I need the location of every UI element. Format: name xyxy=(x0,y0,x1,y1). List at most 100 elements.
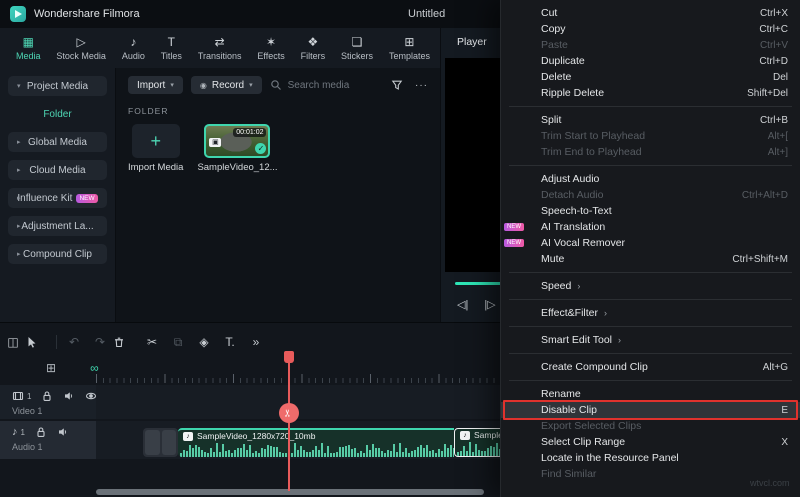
sidebar-item-project-media[interactable]: ▾ Project Media xyxy=(8,76,107,96)
menu-item-speed[interactable]: Speed › xyxy=(501,278,800,294)
split-scissors-icon[interactable]: ✂ xyxy=(139,335,165,349)
filmora-window: Wondershare Filmora Untitled ▦ Media ▷ S… xyxy=(0,0,800,497)
record-button[interactable]: ◉ Record ▾ xyxy=(190,76,262,94)
keyframe-icon[interactable]: ◈ xyxy=(191,335,217,349)
media-sidebar: ▾ Project Media Folder ▸ Global Media ▸ … xyxy=(0,68,115,383)
menu-item[interactable] xyxy=(501,294,800,305)
tab-titles[interactable]: T Titles xyxy=(161,35,182,61)
sidebar-item-compound-clip[interactable]: ▸ Compound Clip xyxy=(8,244,107,264)
menu-item-locate-in-the-resource-panel[interactable]: Locate in the Resource Panel xyxy=(501,450,800,466)
more-options-icon[interactable]: ··· xyxy=(415,80,428,91)
sidebar-item-adjustment-layer[interactable]: ▸ Adjustment La... xyxy=(8,216,107,236)
tab-effects[interactable]: ✶ Effects xyxy=(257,34,284,61)
menu-item-split[interactable]: Split Ctrl+B xyxy=(501,112,800,128)
menu-item[interactable] xyxy=(501,348,800,359)
tab-player[interactable]: Player xyxy=(457,36,487,48)
timeline-scrollbar[interactable] xyxy=(96,489,484,495)
timeline-clip[interactable]: ♪ SampleVideo_1280x720_10mb xyxy=(178,428,454,457)
new-badge: NEW xyxy=(76,193,98,203)
sidebar-item-cloud-media[interactable]: ▸ Cloud Media xyxy=(8,160,107,180)
tab-filters[interactable]: ❖ Filters xyxy=(301,35,326,61)
more-tools-icon[interactable]: » xyxy=(243,335,269,349)
mute-track-icon[interactable] xyxy=(57,426,69,438)
menu-item-export-selected-clips[interactable]: Export Selected Clips xyxy=(501,418,800,434)
menu-item-adjust-audio[interactable]: Adjust Audio xyxy=(501,171,800,187)
search-input[interactable]: Search media xyxy=(270,79,383,91)
expander-arrow-icon: ▸ xyxy=(17,139,21,146)
music-note-icon: ♪ xyxy=(183,431,193,441)
menu-item-speech-to-text[interactable]: Speech-to-Text xyxy=(501,203,800,219)
select-tool-icon[interactable] xyxy=(26,336,52,348)
sidebar-item-global-media[interactable]: ▸ Global Media xyxy=(8,132,107,152)
tab-templates[interactable]: ⊞ Templates xyxy=(389,35,430,61)
playhead-scissors-button[interactable]: ✂ xyxy=(279,403,299,423)
import-media-tile[interactable]: + Import Media xyxy=(128,124,183,173)
undo-icon[interactable]: ↶ xyxy=(61,335,87,349)
media-toolbar: Import ▾ ◉ Record ▾ Search media ··· xyxy=(116,68,440,100)
tab-icon: ▷ xyxy=(76,34,86,49)
shortcut-label: Alt+[ xyxy=(767,130,788,142)
lock-icon[interactable] xyxy=(41,390,53,402)
menu-item[interactable] xyxy=(501,101,800,112)
menu-item-mute[interactable]: Mute Ctrl+Shift+M xyxy=(501,251,800,267)
menu-item-paste[interactable]: Paste Ctrl+V xyxy=(501,37,800,53)
tab-transitions[interactable]: ⇄ Transitions xyxy=(198,34,242,61)
menu-item[interactable] xyxy=(501,267,800,278)
tab-stickers[interactable]: ❏ Stickers xyxy=(341,35,373,61)
menu-item-effect-filter[interactable]: Effect&Filter › xyxy=(501,305,800,321)
media-clip-tile[interactable]: 00:01:02 ▣ ✓ SampleVideo_12... xyxy=(197,124,278,173)
menu-item-smart-edit-tool[interactable]: Smart Edit Tool › xyxy=(501,332,800,348)
menu-item[interactable] xyxy=(501,321,800,332)
redo-icon[interactable]: ↷ xyxy=(87,335,113,349)
section-label: FOLDER xyxy=(128,106,169,116)
menu-item[interactable] xyxy=(501,160,800,171)
menu-item-rename[interactable]: Rename xyxy=(501,386,800,402)
clip-context-menu: Cut Ctrl+X Copy Ctrl+C Paste Ctrl+V Dupl… xyxy=(500,0,800,497)
tab-icon: ✶ xyxy=(266,34,277,49)
hide-track-icon[interactable] xyxy=(85,390,97,402)
sidebar-item-folder[interactable]: Folder xyxy=(8,104,107,124)
menu-item-ai-translation[interactable]: NEW AI Translation xyxy=(501,219,800,235)
menu-item-duplicate[interactable]: Duplicate Ctrl+D xyxy=(501,53,800,69)
menu-item-create-compound-clip[interactable]: Create Compound Clip Alt+G xyxy=(501,359,800,375)
playhead-handle[interactable] xyxy=(284,351,294,363)
play-button[interactable]: |▷ xyxy=(484,298,495,311)
menu-item-ai-vocal-remover[interactable]: NEW AI Vocal Remover xyxy=(501,235,800,251)
record-icon: ◉ xyxy=(199,80,207,90)
tab-icon: ♪ xyxy=(130,34,137,49)
layout-grid-icon[interactable]: ◫ xyxy=(0,335,26,349)
menu-item-copy[interactable]: Copy Ctrl+C xyxy=(501,21,800,37)
sidebar-item-influence-kit[interactable]: ▸ Influence Kit NEW xyxy=(8,188,107,208)
track-label: Audio 1 xyxy=(12,442,43,452)
crop-icon[interactable]: ⧉ xyxy=(165,335,191,350)
menu-item-delete[interactable]: Delete Del xyxy=(501,69,800,85)
menu-item-trim-start-to-playhead[interactable]: Trim Start to Playhead Alt+[ xyxy=(501,128,800,144)
text-tool-icon[interactable]: T. xyxy=(217,335,243,349)
tab-icon: ⇄ xyxy=(214,34,225,49)
previous-frame-button[interactable]: ◁| xyxy=(457,298,468,311)
import-button[interactable]: Import ▾ xyxy=(128,76,183,94)
shortcut-label: Ctrl+B xyxy=(759,114,788,126)
submenu-arrow-icon: › xyxy=(577,281,581,291)
check-icon: ✓ xyxy=(255,143,267,154)
menu-item-select-clip-range[interactable]: Select Clip Range X xyxy=(501,434,800,450)
delete-icon[interactable] xyxy=(113,336,139,348)
shortcut-label: Shift+Del xyxy=(747,87,788,99)
add-to-timeline-icon[interactable]: ⊞ xyxy=(46,361,56,375)
trimmed-clip-ghost xyxy=(143,428,178,457)
shortcut-label: Ctrl+V xyxy=(759,39,788,51)
shortcut-label: Ctrl+C xyxy=(759,23,788,35)
tab-audio[interactable]: ♪ Audio xyxy=(122,34,145,61)
menu-item-trim-end-to-playhead[interactable]: Trim End to Playhead Alt+] xyxy=(501,144,800,160)
mute-track-icon[interactable] xyxy=(63,390,75,402)
menu-item-disable-clip[interactable]: Disable Clip E xyxy=(501,400,800,420)
tab-media[interactable]: ▦ Media xyxy=(16,35,41,61)
menu-item-detach-audio[interactable]: Detach Audio Ctrl+Alt+D xyxy=(501,187,800,203)
filter-icon[interactable] xyxy=(391,79,403,91)
tab-stock-media[interactable]: ▷ Stock Media xyxy=(56,34,106,61)
menu-item-ripple-delete[interactable]: Ripple Delete Shift+Del xyxy=(501,85,800,101)
lock-icon[interactable] xyxy=(35,426,47,438)
menu-item-cut[interactable]: Cut Ctrl+X xyxy=(501,5,800,21)
project-title: Untitled xyxy=(408,8,446,20)
menu-item[interactable] xyxy=(501,375,800,386)
